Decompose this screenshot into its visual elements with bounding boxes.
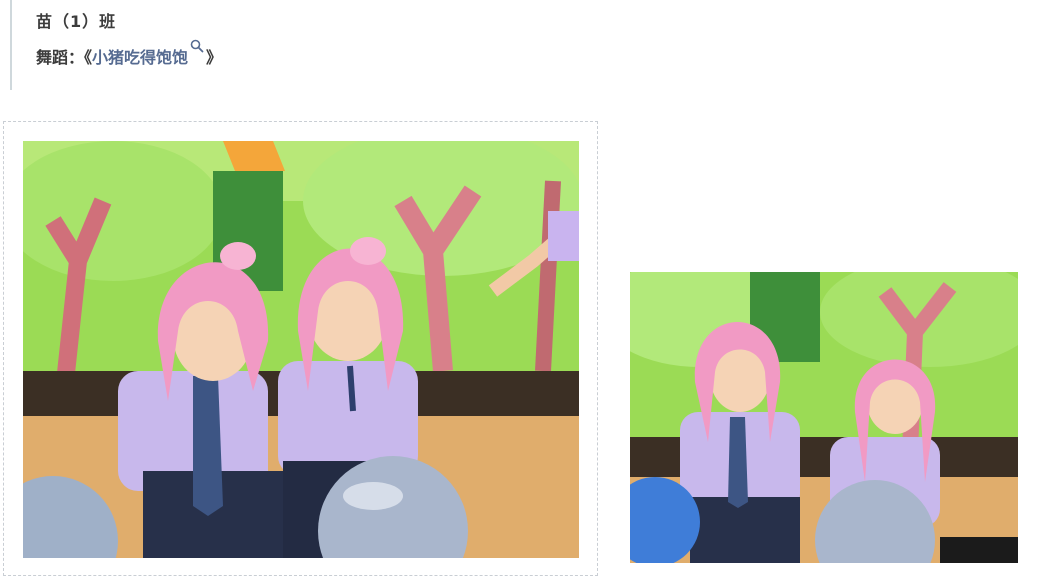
class-title: 苗（1）班 [36,12,117,31]
photo-two-children-pig-hats-2[interactable] [630,272,1018,563]
left-accent-rule [10,0,12,90]
dance-line: 舞蹈：《小猪吃得饱饱》 [36,39,223,68]
search-icon[interactable] [190,38,204,53]
dance-prefix: 舞蹈：《 [36,48,93,67]
photo-two-children-pig-hats[interactable] [23,141,579,558]
dance-title-link[interactable]: 小猪吃得饱饱 [92,48,188,67]
dance-suffix: 》 [206,48,223,67]
